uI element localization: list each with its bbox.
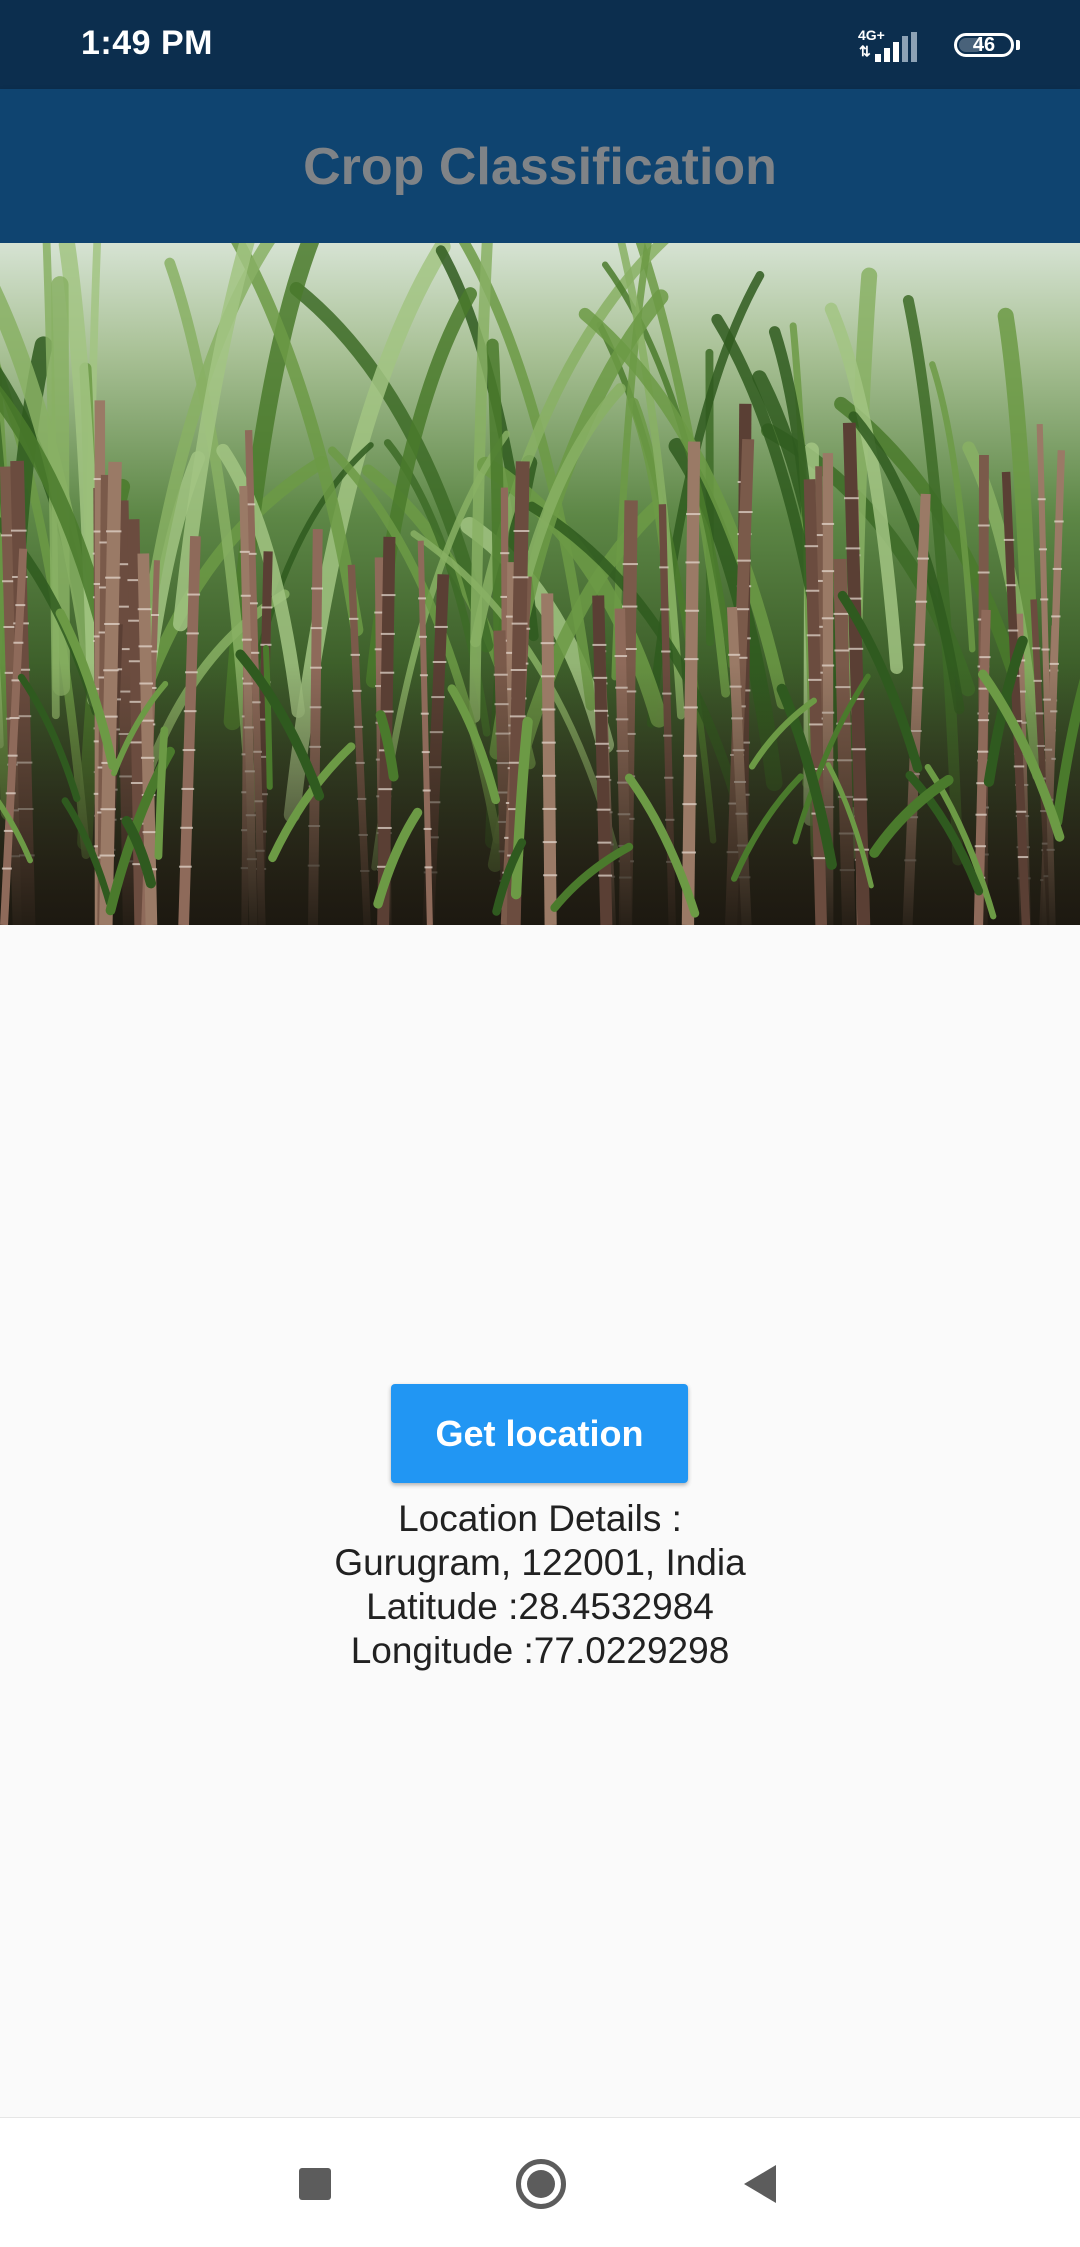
- get-location-button[interactable]: Get location: [391, 1384, 688, 1483]
- app-title: Crop Classification: [0, 137, 1080, 197]
- battery-level: 46: [957, 34, 1011, 57]
- sugarcane-field-image: [0, 243, 1080, 925]
- recents-icon[interactable]: [299, 2168, 331, 2200]
- navigation-bar: [0, 2117, 1080, 2247]
- location-details: Location Details : Gurugram, 122001, Ind…: [0, 1497, 1080, 1673]
- status-time: 1:49 PM: [81, 24, 213, 63]
- status-bar: 1:49 PM 4G+ ⇅ 46: [0, 0, 1080, 89]
- location-details-header: Location Details :: [0, 1497, 1080, 1541]
- location-address: Gurugram, 122001, India: [0, 1541, 1080, 1585]
- latitude-text: Latitude :28.4532984: [0, 1585, 1080, 1629]
- home-icon[interactable]: [516, 2159, 566, 2209]
- longitude-text: Longitude :77.0229298: [0, 1629, 1080, 1673]
- signal-icon: [873, 32, 919, 62]
- crop-illustration: [0, 243, 1080, 925]
- app-bar: Crop Classification: [0, 89, 1080, 243]
- status-icons: 4G+ ⇅ 46: [780, 0, 1080, 89]
- data-arrows-icon: ⇅: [859, 44, 871, 58]
- battery-icon: 46: [954, 33, 1014, 57]
- back-icon[interactable]: [744, 2165, 776, 2203]
- main-content: Get location Location Details : Gurugram…: [0, 925, 1080, 2117]
- battery-tip: [1016, 40, 1020, 50]
